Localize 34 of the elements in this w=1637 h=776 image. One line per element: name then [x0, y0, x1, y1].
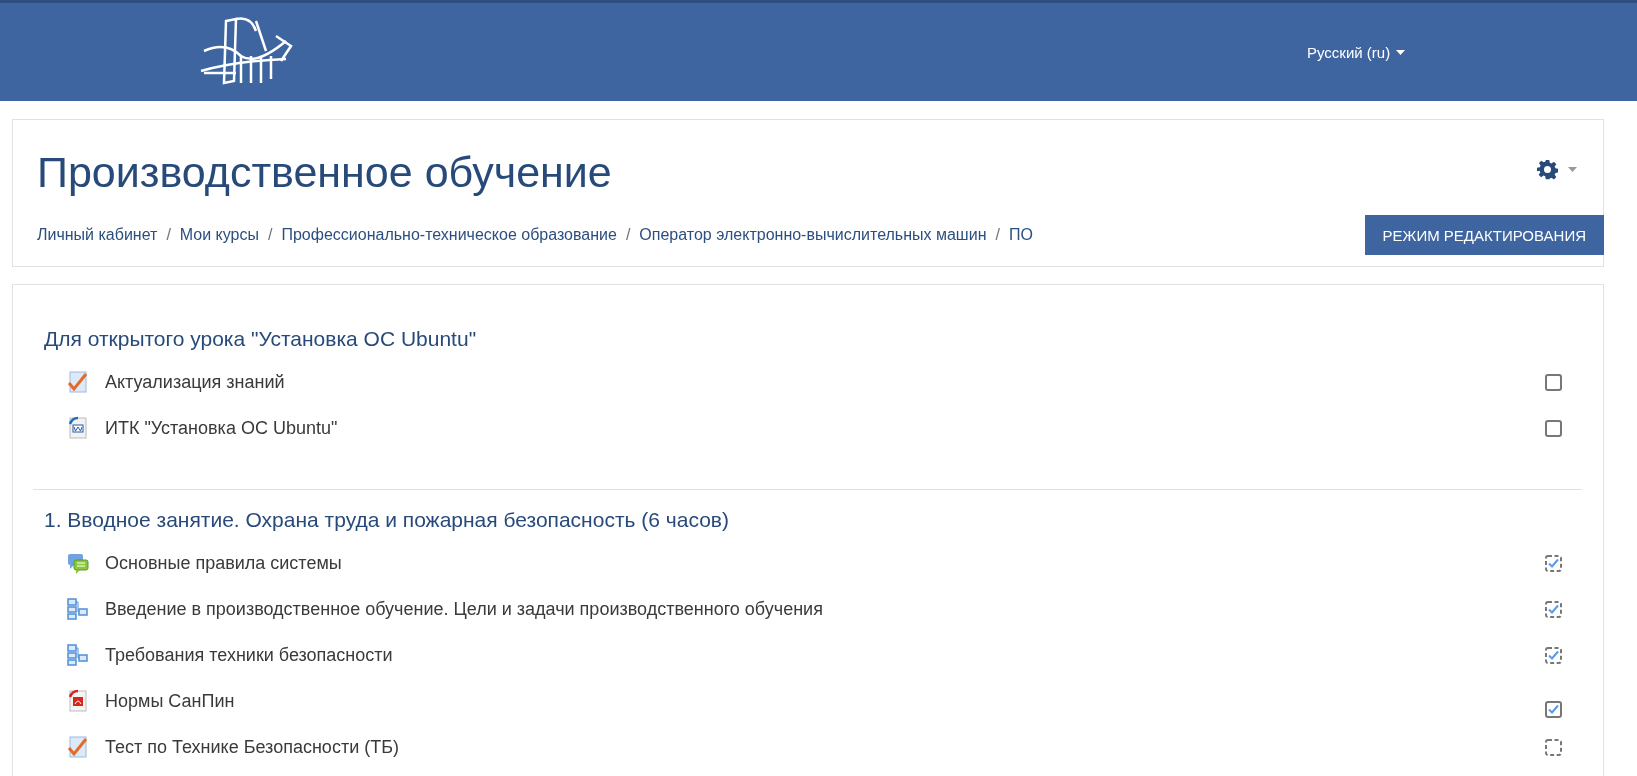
- caret-icon: [1396, 49, 1406, 55]
- completion-checkbox[interactable]: [1545, 373, 1562, 391]
- breadcrumb-separator: /: [995, 226, 1000, 244]
- section-title: Для открытого урока "Установка ОС Ubuntu": [44, 327, 478, 351]
- completion-checkbox[interactable]: [1545, 419, 1562, 437]
- breadcrumb-link[interactable]: Оператор электронно-вычислительных машин: [639, 226, 987, 244]
- edit-mode-button[interactable]: РЕЖИМ РЕДАКТИРОВАНИЯ: [1364, 215, 1604, 255]
- activity-link[interactable]: Нормы СанПин: [105, 690, 1545, 712]
- breadcrumb-link[interactable]: ПО: [1008, 226, 1033, 244]
- breadcrumb-link[interactable]: Мои курсы: [179, 226, 259, 244]
- breadcrumb-separator: /: [625, 226, 631, 244]
- activity-link[interactable]: Основные правила системы: [105, 552, 1545, 574]
- breadcrumb-link[interactable]: Личный кабинет: [37, 226, 158, 244]
- activity-link[interactable]: Требования техники безопасности: [105, 644, 1545, 666]
- hierarchy-icon: [66, 597, 90, 621]
- check-document-icon: [66, 370, 90, 394]
- hierarchy-icon: [66, 643, 90, 667]
- language-menu[interactable]: Русский (ru): [1307, 43, 1406, 61]
- word-document-icon: [66, 416, 90, 440]
- chat-bubbles-icon: [66, 551, 90, 575]
- section-title: 1. Вводное занятие. Охрана труда и пожарная безопасность (6 часов): [44, 508, 730, 532]
- activity-link[interactable]: ИТК "Установка ОС Ubuntu": [105, 417, 1545, 439]
- course-title: Производственное обучение: [37, 148, 612, 197]
- caret-icon: [1568, 167, 1577, 172]
- activity-link[interactable]: Введение в производственное обучение. Цели и задачи производственного обучения: [105, 598, 1545, 620]
- settings-icon[interactable]: [1537, 159, 1558, 180]
- activity-link[interactable]: Тест по Технике Безопасности (ТБ): [105, 736, 1545, 758]
- breadcrumb-separator: /: [268, 226, 273, 244]
- activity-link[interactable]: Актуализация знаний: [105, 371, 1545, 393]
- pdf-document-icon: [66, 689, 90, 713]
- completion-checkbox[interactable]: [1545, 700, 1562, 718]
- breadcrumb-link[interactable]: Профессионально-техническое образование: [281, 226, 617, 244]
- breadcrumb-separator: /: [166, 226, 171, 244]
- check-document-icon: [66, 735, 90, 759]
